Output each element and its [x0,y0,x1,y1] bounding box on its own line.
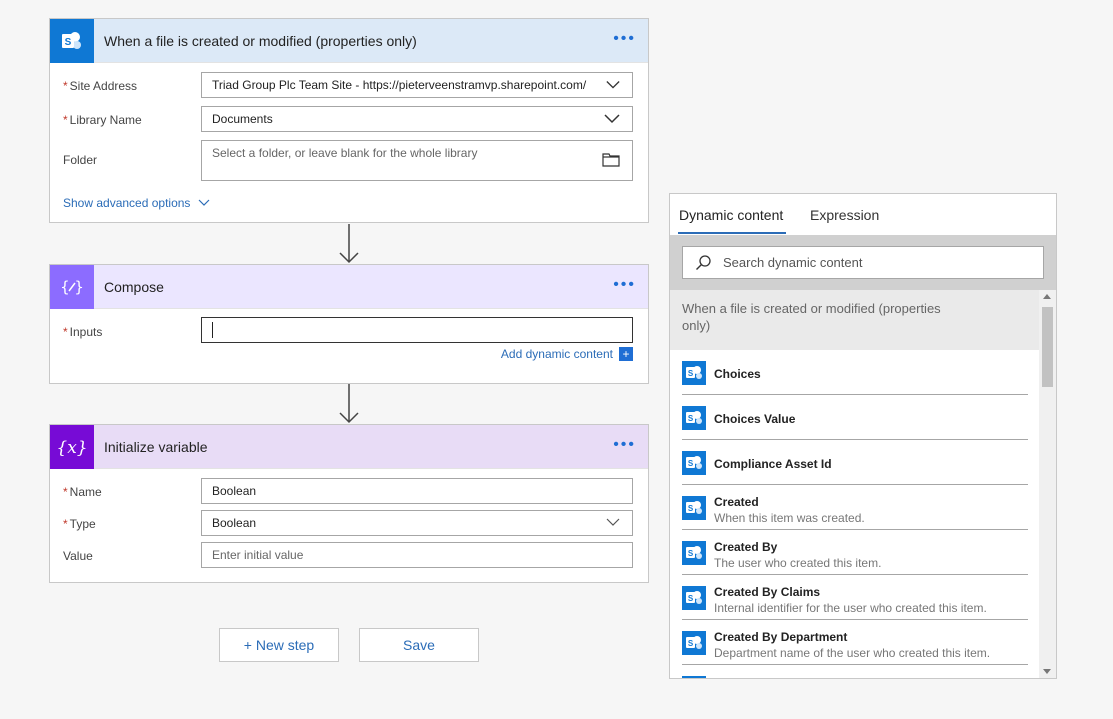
name-input[interactable]: Boolean [201,478,633,504]
sharepoint-icon: S [50,18,94,63]
trigger-header[interactable]: S When a file is created or modified (pr… [50,18,648,63]
svg-text:S: S [688,459,694,468]
svg-text:{x}: {x} [57,438,87,458]
flow-arrow-icon [339,224,359,264]
name-value: Boolean [212,484,257,498]
compose-header[interactable]: { } Compose ••• [50,264,648,309]
dynamic-item-title: Created By [714,540,778,554]
library-name-value: Documents [212,112,273,126]
init-variable-title: Initialize variable [104,438,208,455]
trigger-more-icon[interactable]: ••• [613,31,636,47]
dynamic-content-item[interactable]: S Choices Value [682,395,1028,440]
trigger-title: When a file is created or modified (prop… [104,32,417,49]
tab-dynamic-content[interactable]: Dynamic content [679,207,783,223]
svg-text:S: S [688,369,694,378]
compose-title: Compose [104,278,164,295]
active-tab-indicator [678,232,786,234]
flow-arrow-icon [339,384,359,424]
svg-text:S: S [65,37,72,48]
chevron-down-icon [606,518,620,526]
dynamic-content-item[interactable]: S Compliance Asset Id [682,440,1028,485]
value-label: Value [63,549,93,563]
dynamic-content-item[interactable]: S Created By The user who created this ite… [682,530,1028,575]
tab-expression[interactable]: Expression [810,207,879,223]
dynamic-item-description: The user who created this item. [714,556,882,570]
dynamic-content-item[interactable]: S Created By Department Department name of… [682,620,1028,665]
svg-text:S: S [688,639,694,648]
type-value: Boolean [212,516,257,530]
dynamic-content-item[interactable]: S Created By Claims Internal identifier fo… [682,575,1028,620]
dynamic-item-description: Department name of the user who created … [714,646,991,660]
folder-icon[interactable] [602,152,620,167]
sharepoint-icon: S [682,451,706,475]
search-dynamic-input[interactable]: Search dynamic content [682,246,1044,279]
inputs-field[interactable] [201,317,633,343]
init-variable-header[interactable]: {x} Initialize variable ••• [50,424,648,469]
scrollbar[interactable] [1039,290,1056,678]
compose-card: { } Compose ••• * Inputs Add dynamic cont… [49,264,649,384]
folder-label: Folder [63,153,98,167]
text-cursor [212,322,213,338]
dynamic-item-title: Created By Claims [714,585,821,599]
compose-icon: { } [50,264,94,309]
sharepoint-icon: S [682,541,706,565]
scroll-thumb[interactable] [1042,307,1053,387]
add-dynamic-content-link[interactable]: Add dynamic content + [501,347,633,361]
sharepoint-icon: S [682,406,706,430]
dynamic-item-title: Choices [714,367,761,381]
sharepoint-icon: S [682,496,706,520]
site-address-dropdown[interactable]: Triad Group Plc Team Site - https://piet… [201,72,633,98]
library-name-label: * Library Name [63,113,142,127]
folder-input[interactable]: Select a folder, or leave blank for the … [201,140,633,181]
chevron-down-icon [198,199,210,206]
panel-tabs: Dynamic content Expression [670,194,1056,235]
sharepoint-icon: S [682,586,706,610]
svg-text:S: S [688,594,694,603]
dynamic-content-item[interactable]: S Created When this item was created. [682,485,1028,530]
dynamic-content-item[interactable]: SCreated By DisplayName [682,665,1028,678]
value-input[interactable]: Enter initial value [201,542,633,568]
chevron-down-icon [604,114,620,124]
compose-more-icon[interactable]: ••• [613,277,636,293]
folder-placeholder: Select a folder, or leave blank for the … [212,146,478,160]
group-header[interactable]: When a file is created or modified (prop… [670,290,1040,350]
init-variable-card: {x} Initialize variable ••• * Name Boolea… [49,424,649,583]
group-title: When a file is created or modified (prop… [682,301,941,333]
search-icon [696,255,711,270]
dynamic-content-panel: Dynamic content Expression Search dynami… [669,193,1057,679]
site-address-label: * Site Address [63,79,138,93]
dynamic-item-title: Choices Value [714,412,796,426]
type-label: * Type [63,517,96,531]
show-advanced-options[interactable]: Show advanced options [63,194,210,212]
dynamic-item-title: Compliance Asset Id [714,457,832,471]
svg-text:S: S [688,504,694,513]
scroll-up-icon[interactable] [1043,294,1051,299]
dynamic-content-item[interactable]: S Choices [682,350,1028,395]
dynamic-item-description: When this item was created. [714,511,865,525]
variable-icon: {x} [50,424,94,469]
site-address-value: Triad Group Plc Team Site - https://piet… [212,78,587,92]
save-button[interactable]: Save [359,628,479,662]
search-placeholder: Search dynamic content [723,255,863,270]
sharepoint-icon: S [682,631,706,655]
dynamic-item-title: Created By Department [714,630,848,644]
svg-text:S: S [688,414,694,423]
value-placeholder: Enter initial value [212,548,304,562]
type-dropdown[interactable]: Boolean [201,510,633,536]
sharepoint-icon: S [682,676,706,678]
init-variable-more-icon[interactable]: ••• [613,437,636,453]
sharepoint-icon: S [682,361,706,385]
scroll-down-icon[interactable] [1043,669,1051,674]
dynamic-item-description: Internal identifier for the user who cre… [714,601,987,615]
library-name-dropdown[interactable]: Documents [201,106,633,132]
dynamic-item-title: Created [714,495,759,509]
chevron-down-icon [604,79,620,91]
new-step-button[interactable]: + New step [219,628,339,662]
add-icon: + [619,347,633,361]
svg-text:S: S [688,549,694,558]
search-band: Search dynamic content [670,235,1056,290]
name-label: * Name [63,485,102,499]
inputs-label: * Inputs [63,325,103,339]
trigger-card: S When a file is created or modified (pr… [49,18,649,223]
